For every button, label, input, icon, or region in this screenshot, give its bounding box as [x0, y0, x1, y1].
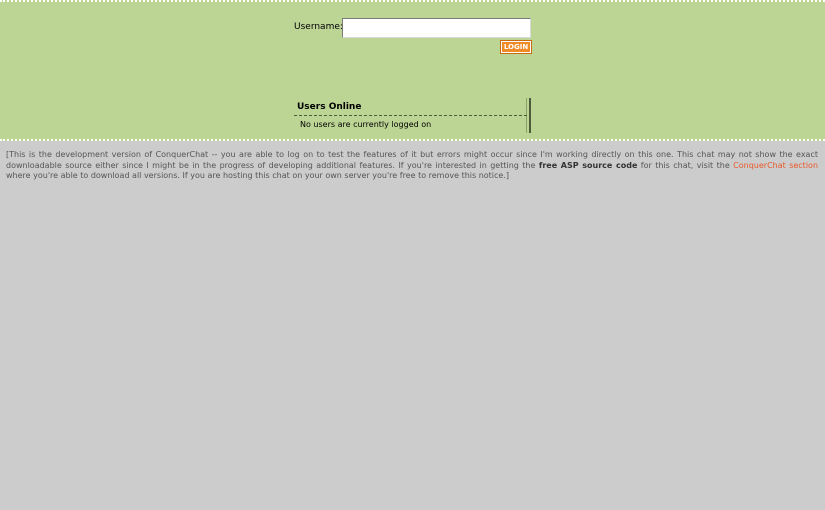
login-panel: Username: LOGIN Users Online No users ar…	[0, 0, 825, 141]
username-label: Username:	[294, 22, 343, 32]
conquerchat-section-link[interactable]: ConquerChat section	[733, 161, 818, 170]
username-input[interactable]	[342, 18, 531, 38]
users-online-title: Users Online	[297, 102, 362, 112]
login-button[interactable]: LOGIN	[500, 40, 532, 54]
notice-text-part2: for this chat, visit the	[637, 160, 734, 170]
development-notice: [This is the development version of Conq…	[6, 150, 818, 182]
notice-bold-text: free ASP source code	[538, 160, 638, 170]
notice-text-part3: where you're able to download all versio…	[6, 171, 510, 180]
users-online-divider	[294, 115, 527, 116]
users-online-empty-message: No users are currently logged on	[300, 120, 432, 129]
users-online-box: Users Online No users are currently logg…	[294, 98, 531, 133]
